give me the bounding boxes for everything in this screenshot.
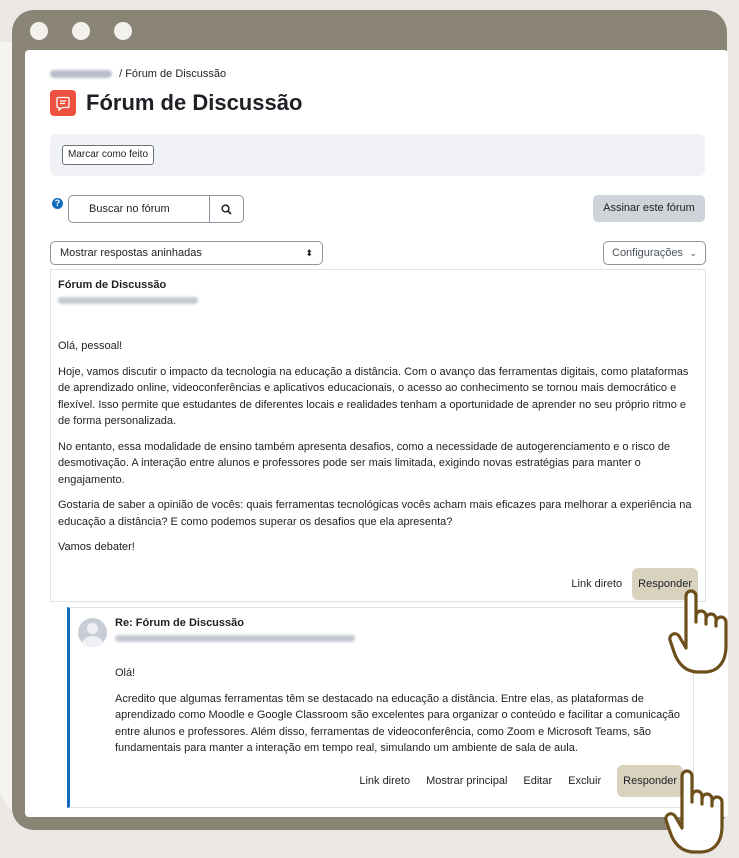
reply-title: Re: Fórum de Discussão	[115, 617, 244, 629]
permalink-link[interactable]: Link direto	[571, 578, 622, 590]
post-paragraph: Gostaria de saber a opinião de vocês: qu…	[58, 499, 692, 528]
delete-link[interactable]: Excluir	[568, 775, 601, 787]
display-mode-value: Mostrar respostas aninhadas	[60, 247, 202, 259]
post-paragraph: Olá, pessoal!	[58, 340, 123, 352]
search-icon	[221, 203, 232, 215]
forum-icon	[50, 90, 76, 116]
avatar	[78, 618, 107, 647]
mark-done-button[interactable]: Marcar como feito	[62, 145, 155, 165]
search-input[interactable]: Buscar no fórum	[69, 196, 209, 222]
breadcrumb: / Fórum de Discussão	[50, 68, 226, 80]
breadcrumb-current: Fórum de Discussão	[125, 68, 227, 80]
reply-actions: Link direto Mostrar principal Editar Exc…	[359, 765, 683, 797]
window-dot[interactable]	[72, 22, 90, 40]
chevron-down-icon: ⌄	[689, 248, 697, 258]
post-paragraph: No entanto, essa modalidade de ensino ta…	[58, 440, 671, 486]
reply-author-date-blurred	[115, 635, 355, 642]
edit-link[interactable]: Editar	[523, 775, 552, 787]
activity-completion: Marcar como feito	[50, 134, 705, 176]
post-paragraph: Hoje, vamos discutir o impacto da tecnol…	[58, 365, 689, 428]
search-button[interactable]	[209, 196, 243, 222]
forum-page: / Fórum de Discussão Fórum de Discussão …	[25, 50, 728, 817]
reply-permalink-link[interactable]: Link direto	[359, 775, 410, 787]
forum-search: Buscar no fórum	[68, 195, 244, 223]
post-paragraph: Vamos debater!	[58, 541, 135, 553]
post-body: Olá, pessoal! Hoje, vamos discutir o imp…	[58, 338, 700, 565]
display-mode-select[interactable]: Mostrar respostas aninhadas ⬍	[50, 241, 323, 265]
show-parent-link[interactable]: Mostrar principal	[426, 775, 507, 787]
post-author-date-blurred	[58, 297, 198, 304]
select-arrows-icon: ⬍	[305, 248, 313, 258]
discussion-post: Fórum de Discussão Olá, pessoal! Hoje, v…	[50, 269, 706, 602]
pointer-hand-icon	[668, 589, 728, 674]
post-title: Fórum de Discussão	[58, 279, 167, 291]
reply-paragraph: Olá!	[115, 667, 136, 679]
window-controls	[30, 22, 132, 40]
help-icon[interactable]: ?	[52, 198, 63, 209]
pointer-hand-icon	[664, 769, 724, 854]
window-dot[interactable]	[114, 22, 132, 40]
window-dot[interactable]	[30, 22, 48, 40]
subscribe-button[interactable]: Assinar este fórum	[593, 195, 705, 222]
reply-paragraph: Acredito que algumas ferramentas têm se …	[115, 692, 680, 755]
reply-post: Re: Fórum de Discussão Olá! Acredito que…	[67, 607, 694, 808]
settings-dropdown[interactable]: Configurações ⌄	[603, 241, 706, 265]
page-title: Fórum de Discussão	[86, 90, 303, 115]
breadcrumb-course-blurred[interactable]	[50, 70, 112, 79]
settings-label: Configurações	[612, 247, 683, 259]
reply-body: Olá! Acredito que algumas ferramentas tê…	[115, 665, 680, 766]
title-row: Fórum de Discussão	[50, 90, 302, 116]
